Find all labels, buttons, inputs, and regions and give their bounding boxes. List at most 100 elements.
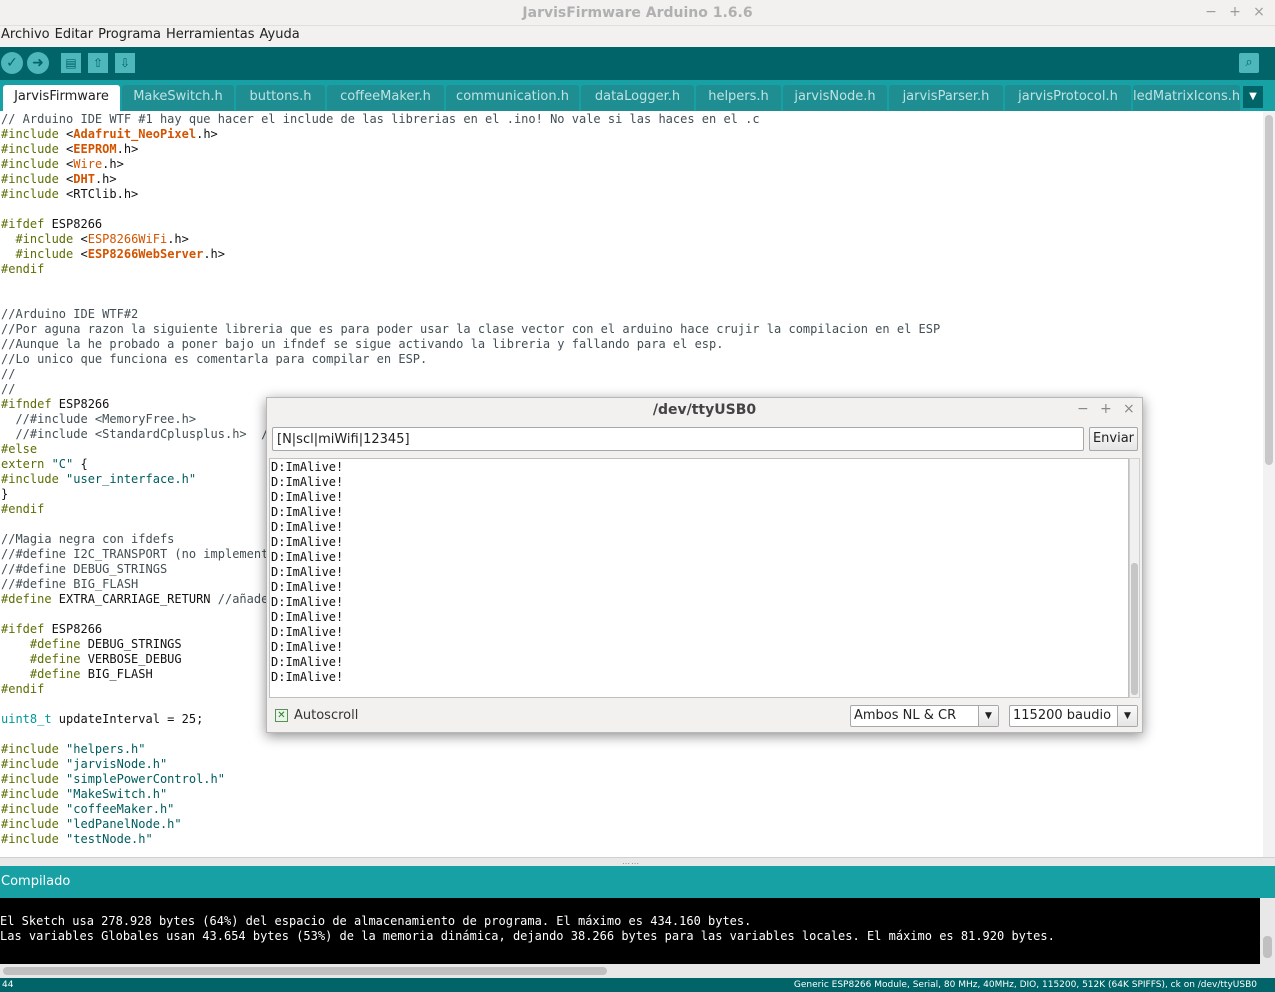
tab-ledmatrixicons[interactable]: ledMatrixIcons.h <box>1133 85 1240 111</box>
serial-monitor-button[interactable]: ⌕ <box>1239 53 1259 73</box>
code-line: #include <DHT.h> <box>1 172 117 186</box>
tab-jarvisnode[interactable]: jarvisNode.h <box>783 85 887 111</box>
menu-editar[interactable]: Editar <box>54 26 98 47</box>
code-token: Wire <box>73 157 103 171</box>
upload-button[interactable]: ➜ <box>27 52 49 74</box>
code-line: #ifndef ESP8266 <box>1 397 109 411</box>
console-horizontal-scrollbar[interactable] <box>0 964 1260 978</box>
serial-line: D:ImAlive! <box>271 460 344 474</box>
menu-archivo[interactable]: Archivo <box>0 26 54 47</box>
code-token: DHT <box>73 172 95 186</box>
code-line: #include <EEPROM.h> <box>1 142 138 156</box>
code-token: //Lo unico que funciona es comentarla pa… <box>1 352 428 366</box>
verify-button[interactable]: ✓ <box>1 52 23 74</box>
code-token: "C" <box>51 457 74 471</box>
serial-line: D:ImAlive! <box>271 565 344 579</box>
toolbar: ✓ ➜ ▤ ⇧ ⇩ ⌕ <box>0 47 1275 80</box>
serial-input[interactable] <box>272 427 1084 451</box>
send-button[interactable]: Enviar <box>1089 427 1138 451</box>
pane-splitter[interactable]: ⋯⋯ <box>0 857 1275 868</box>
close-button[interactable]: × <box>1253 4 1265 20</box>
triangle-down-icon: ▼ <box>1249 91 1257 102</box>
arrow-up-icon: ⇧ <box>92 56 104 70</box>
tab-menu-button[interactable]: ▼ <box>1243 86 1263 108</box>
console-vertical-scrollbar[interactable] <box>1260 898 1275 978</box>
code-token: uint8_t <box>1 712 52 726</box>
code-token: // <box>1 367 16 381</box>
chevron-down-icon: ▼ <box>978 706 998 726</box>
menu-ayuda[interactable]: Ayuda <box>259 26 304 47</box>
console-vertical-scrollbar-thumb[interactable] <box>1263 936 1272 958</box>
magnifier-icon: ⌕ <box>1245 55 1253 70</box>
code-token: < <box>80 232 88 246</box>
code-line: #ifdef ESP8266 <box>1 622 102 636</box>
code-line: extern "C" { <box>1 457 88 471</box>
code-line: #define EXTRA_CARRIAGE_RETURN //añade <box>1 592 268 606</box>
code-token: #include <box>1 157 67 171</box>
code-token: #define <box>1 637 88 651</box>
tab-helpers[interactable]: helpers.h <box>696 85 781 111</box>
serial-output-scrollbar[interactable] <box>1129 458 1140 698</box>
bottom-status-bar: 44 Generic ESP8266 Module, Serial, 80 MH… <box>0 978 1275 992</box>
serial-close-button[interactable]: × <box>1123 401 1135 417</box>
serial-maximize-button[interactable]: + <box>1100 401 1112 417</box>
autoscroll-checkbox[interactable]: ✕ <box>275 709 288 722</box>
tab-coffeemaker[interactable]: coffeeMaker.h <box>327 85 444 111</box>
new-button[interactable]: ▤ <box>61 53 81 73</box>
code-token: #include <box>1 172 67 186</box>
code-token: //#include <MemoryFree.h> <box>1 412 197 426</box>
code-token: "user_interface.h" <box>66 472 197 486</box>
code-token: //Magia negra con ifdefs <box>1 532 175 546</box>
code-token: "MakeSwitch.h" <box>66 787 168 801</box>
code-token: #include <box>1 787 67 801</box>
tab-makeswitch[interactable]: MakeSwitch.h <box>122 85 234 111</box>
code-token: #else <box>1 442 38 456</box>
code-token: EXTRA_CARRIAGE_RETURN <box>58 592 218 606</box>
autoscroll-option[interactable]: ✕ Autoscroll <box>275 708 358 723</box>
code-line: #define BIG_FLASH <box>1 667 153 681</box>
baud-rate-value: 115200 baudio <box>1013 708 1112 723</box>
menu-herramientas[interactable]: Herramientas <box>165 26 259 47</box>
code-line: #include <Wire.h> <box>1 157 124 171</box>
tab-jarvisfirmware[interactable]: JarvisFirmware <box>3 85 120 111</box>
code-token: //#define I2C_TRANSPORT (no implementa <box>1 547 276 561</box>
tab-jarvisparser[interactable]: jarvisParser.h <box>889 85 1003 111</box>
serial-monitor-window: /dev/ttyUSB0 − + × Enviar D:ImAlive! D:I… <box>266 397 1143 733</box>
code-token: #include <box>1 772 67 786</box>
line-ending-select[interactable]: Ambos NL & CR ▼ <box>850 705 999 727</box>
code-line: #include <Adafruit_NeoPixel.h> <box>1 127 218 141</box>
serial-line: D:ImAlive! <box>271 580 344 594</box>
baud-rate-select[interactable]: 115200 baudio ▼ <box>1009 705 1138 727</box>
code-token: "jarvisNode.h" <box>66 757 168 771</box>
window-title: JarvisFirmware Arduino 1.6.6 <box>522 5 753 21</box>
maximize-button[interactable]: + <box>1229 4 1241 20</box>
tab-datalogger[interactable]: dataLogger.h <box>581 85 694 111</box>
check-icon: ✕ <box>277 710 286 721</box>
board-info: Generic ESP8266 Module, Serial, 80 MHz, … <box>793 980 1257 990</box>
open-button[interactable]: ⇧ <box>88 53 108 73</box>
editor-scrollbar-thumb[interactable] <box>1265 115 1273 465</box>
line-number: 44 <box>2 980 14 990</box>
tab-buttons[interactable]: buttons.h <box>236 85 325 111</box>
tab-communication[interactable]: communication.h <box>446 85 579 111</box>
code-token: #endif <box>1 502 45 516</box>
code-line: //Lo unico que funciona es comentarla pa… <box>1 352 427 366</box>
serial-line: D:ImAlive! <box>271 640 344 654</box>
code-token: //#define DEBUG_STRINGS <box>1 562 168 576</box>
tab-bar: JarvisFirmware MakeSwitch.h buttons.h co… <box>0 80 1275 111</box>
menu-programa[interactable]: Programa <box>97 26 165 47</box>
serial-output-scrollbar-thumb[interactable] <box>1131 563 1138 695</box>
editor-scrollbar[interactable] <box>1263 111 1275 857</box>
code-token: //#include <StandardCplusplus.h> // <box>1 427 276 441</box>
arrow-down-icon: ⇩ <box>119 56 131 70</box>
serial-minimize-button[interactable]: − <box>1077 401 1089 417</box>
code-line: #include "helpers.h" <box>1 742 146 756</box>
minimize-button[interactable]: − <box>1205 4 1217 20</box>
console-horizontal-scrollbar-thumb[interactable] <box>3 967 607 975</box>
tab-jarvisprotocol[interactable]: jarvisProtocol.h <box>1005 85 1131 111</box>
serial-line: D:ImAlive! <box>271 520 344 534</box>
code-line: #include <ESP8266WiFi.h> <box>1 232 188 246</box>
code-line: #include "coffeeMaker.h" <box>1 802 174 816</box>
code-line: #endif <box>1 502 44 516</box>
save-button[interactable]: ⇩ <box>115 53 135 73</box>
